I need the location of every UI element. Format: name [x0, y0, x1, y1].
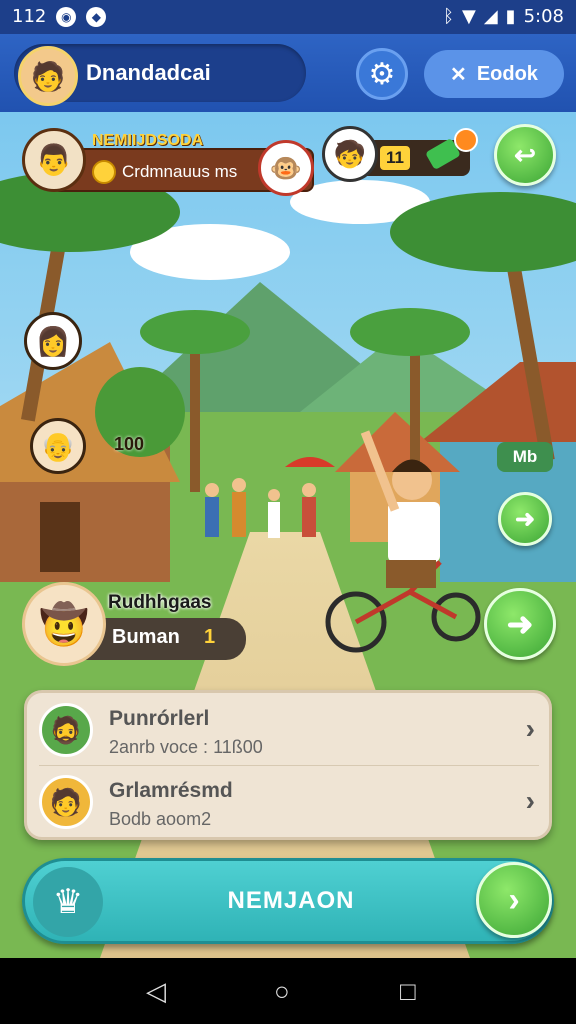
list-item-title: Grlamrésmd: [109, 779, 233, 802]
wifi-icon: ▼: [461, 6, 476, 27]
list-item[interactable]: 🧔 Punrórlerl 2anrb voce : 11ß00 ›: [39, 699, 539, 763]
chevron-right-icon[interactable]: ›: [526, 785, 535, 817]
palm-leaves: [140, 310, 250, 354]
shield-icon: ◆: [86, 6, 107, 27]
player-card-title: Rudhhgaas: [108, 592, 212, 613]
player-card[interactable]: 🤠 Rudhhgaas Buman 1: [22, 582, 248, 666]
palm-leaves: [350, 308, 470, 356]
list-item[interactable]: 🧑 Grlamrésmd Bodb aoom2 ›: [39, 771, 539, 835]
task-list-panel: 🧔 Punrórlerl 2anrb voce : 11ß00 › 🧑 Grla…: [24, 690, 552, 840]
player-subtitle: Crdmnauus ms: [122, 162, 238, 181]
list-item-title: Punrórlerl: [109, 707, 210, 730]
header: 🧑 Dnandadcai ⚙ ✕ Eodok: [0, 34, 576, 112]
status-bar: 112 ◉ ◆ ᛒ ▼ ◢ ▮ 5:08: [0, 0, 576, 34]
profile-pill[interactable]: 🧑 Dnandadcai: [14, 44, 306, 106]
back-nav-icon[interactable]: ◁: [146, 976, 166, 1007]
recents-nav-icon[interactable]: □: [400, 976, 416, 1007]
arrow-right-icon: ➜: [506, 606, 534, 642]
player-card-level: 1: [204, 626, 216, 648]
chevron-right-icon: ›: [508, 880, 520, 919]
primary-action-bar[interactable]: ♛ NEMJAON: [22, 858, 554, 944]
divider: [39, 765, 539, 766]
house-tag[interactable]: Mb: [497, 442, 553, 472]
battery-icon: ▮: [505, 6, 516, 27]
camera-icon: ◉: [56, 6, 77, 27]
coin-icon: [92, 160, 116, 184]
opponent-face: 🧒: [322, 126, 378, 182]
status-time-left: 112: [12, 6, 47, 27]
next-small-button[interactable]: ➜: [498, 492, 552, 546]
villager-marker[interactable]: 👴: [30, 418, 86, 474]
page-title: Dnandadcai: [86, 60, 211, 85]
village-scene: 👨 NEMIIJDSODA Crdmnauus ms 🐵 🧒 11 ↩ 👩 👴 …: [0, 112, 576, 958]
avatar[interactable]: 🧑: [18, 46, 78, 106]
primary-action-button[interactable]: ›: [476, 862, 552, 938]
gear-icon: ⚙: [368, 57, 396, 91]
player-name: NEMIIJDSODA: [92, 132, 204, 149]
back-icon: ↩: [514, 139, 536, 170]
tools-button[interactable]: ✕ Eodok: [424, 50, 564, 98]
go-button[interactable]: ➜: [484, 588, 556, 660]
tools-button-label: Eodok: [476, 62, 538, 85]
chevron-right-icon[interactable]: ›: [526, 713, 535, 745]
door: [40, 502, 80, 572]
player-card-name: Buman: [112, 626, 180, 648]
signal-icon: ◢: [483, 6, 498, 27]
home-nav-icon[interactable]: ○: [274, 976, 290, 1007]
character-marker[interactable]: 👩: [24, 312, 82, 370]
list-item-avatar: 🧑: [39, 775, 93, 829]
notification-dot: [454, 128, 478, 152]
list-item-subtitle: Bodb aoom2: [109, 809, 212, 829]
player-card-avatar: 🤠: [22, 582, 106, 666]
status-time-right: 5:08: [523, 6, 564, 27]
score-chip[interactable]: 🧒 11: [322, 126, 478, 182]
player-avatar[interactable]: 👨: [22, 128, 86, 192]
arrow-right-icon: ➜: [514, 505, 536, 533]
player-banner[interactable]: 👨 NEMIIJDSODA Crdmnauus ms 🐵: [22, 126, 314, 196]
system-nav-bar: ◁ ○ □: [0, 958, 576, 1024]
back-button[interactable]: ↩: [494, 124, 556, 186]
bluetooth-icon: ᛒ: [443, 6, 454, 27]
villager-marker-label: 100: [114, 434, 145, 454]
settings-button[interactable]: ⚙: [356, 48, 408, 100]
crossed-tools-icon: ✕: [450, 63, 467, 86]
list-item-subtitle: 2anrb voce : 11ß00: [109, 737, 263, 757]
list-item-avatar: 🧔: [39, 703, 93, 757]
score-value: 11: [380, 146, 410, 170]
opponent-avatar[interactable]: 🐵: [258, 140, 314, 196]
palm-trunk: [190, 342, 200, 492]
